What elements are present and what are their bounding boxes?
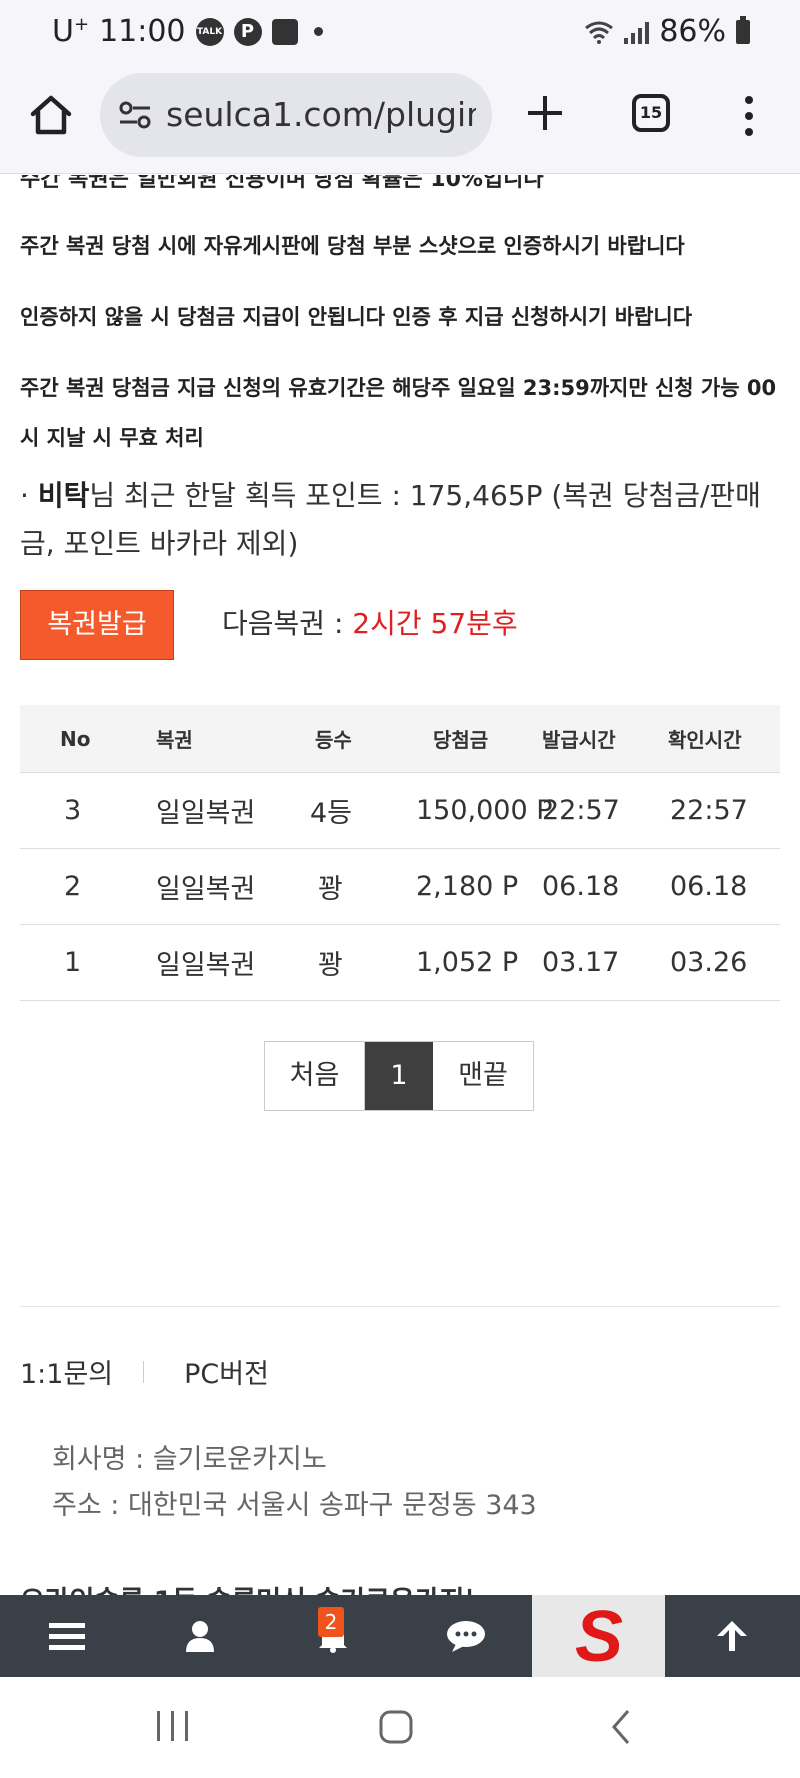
clock: 11:00 bbox=[99, 14, 186, 49]
more-notifications-icon bbox=[313, 27, 323, 36]
menu-icon bbox=[48, 1623, 85, 1650]
battery-percent: 86% bbox=[659, 14, 726, 49]
company-name: 회사명 : 슬기로운카지노 bbox=[52, 1444, 327, 1475]
url-text[interactable]: seulca1.com/plugin/lo bbox=[166, 95, 476, 134]
current-page[interactable]: 1 bbox=[365, 1042, 433, 1110]
kakaotalk-icon: TALK bbox=[195, 17, 224, 46]
monthly-points: · 비탁님 최근 한달 획득 포인트 : 175,465P (복권 당첨금/판매… bbox=[20, 479, 761, 560]
carrier-label: U+ bbox=[52, 14, 90, 49]
svg-text:S: S bbox=[574, 1601, 622, 1671]
last-page-button[interactable]: 맨끝 bbox=[433, 1042, 533, 1110]
next-lottery-time: 2시간 57분후 bbox=[352, 607, 518, 640]
system-navigation bbox=[0, 1677, 800, 1778]
notice-line-1: 주간 복권 당첨 시에 자유게시판에 당첨 부분 스샷으로 인증하시기 바랍니다 bbox=[20, 234, 685, 258]
address-bar[interactable]: seulca1.com/plugin/lo bbox=[100, 73, 492, 157]
notification-badge: 2 bbox=[318, 1607, 344, 1637]
note-icon bbox=[271, 18, 298, 45]
footer-cutoff-text: 오라인슬롯 1등 슬롯머신 슬기로운카지노 bbox=[20, 1579, 489, 1595]
lottery-table: No 복권 등수 당첨금 발급시간 확인시간 3 일일복권 4등 150,000… bbox=[20, 705, 780, 1001]
inquiry-link[interactable]: 1:1문의 bbox=[20, 1352, 113, 1391]
company-address: 주소 : 대한민국 서울시 송파구 문정동 343 bbox=[52, 1490, 537, 1521]
home-icon[interactable] bbox=[28, 92, 74, 138]
table-header: No 복권 등수 당첨금 발급시간 확인시간 bbox=[20, 705, 780, 773]
back-icon[interactable] bbox=[606, 1707, 636, 1747]
profile-button[interactable] bbox=[133, 1595, 266, 1677]
user-icon bbox=[185, 1621, 214, 1652]
table-row: 3 일일복권 4등 150,000 P 22:57 22:57 bbox=[20, 773, 780, 849]
next-lottery: 다음복권 : 2시간 57분후 bbox=[222, 607, 518, 640]
home-nav-icon[interactable] bbox=[378, 1707, 414, 1747]
arrow-up-icon bbox=[716, 1621, 747, 1651]
status-left: U+ 11:00 TALK P bbox=[52, 14, 323, 49]
username: 비탁 bbox=[37, 479, 90, 512]
pc-version-link[interactable]: PC버전 bbox=[184, 1352, 269, 1391]
link-separator bbox=[143, 1360, 145, 1383]
col-check-time: 확인시간 bbox=[668, 728, 742, 752]
col-no: No bbox=[60, 726, 91, 751]
col-lottery: 복권 bbox=[156, 728, 193, 752]
first-page-button[interactable]: 처음 bbox=[265, 1042, 365, 1110]
notice-line-2: 인증하지 않을 시 당첨금 지급이 안됩니다 인증 후 지급 신청하시기 바랍니… bbox=[20, 305, 693, 329]
battery-icon bbox=[736, 15, 750, 44]
col-prize: 당첨금 bbox=[433, 728, 489, 752]
page-content: 주간 복권은 일반회원 전용이며 당첨 확률은 10%입니다 주간 복권 당첨 … bbox=[0, 175, 800, 1595]
chat-button[interactable] bbox=[399, 1595, 532, 1677]
site-logo: S bbox=[574, 1601, 622, 1671]
site-settings-icon[interactable] bbox=[118, 99, 152, 131]
company-info: 회사명 : 슬기로운카지노 주소 : 대한민국 서울시 송파구 문정동 343 bbox=[52, 1437, 537, 1529]
wifi-icon bbox=[585, 21, 614, 44]
col-rank: 등수 bbox=[315, 728, 352, 752]
table-row: 2 일일복권 꽝 2,180 P 06.18 06.18 bbox=[20, 849, 780, 925]
menu-button[interactable] bbox=[0, 1595, 133, 1677]
footer-links: 1:1문의 PC버전 bbox=[20, 1352, 269, 1391]
browser-toolbar: seulca1.com/plugin/lo 15 bbox=[0, 68, 800, 174]
footer-divider bbox=[20, 1306, 780, 1307]
scroll-top-button[interactable] bbox=[665, 1595, 798, 1677]
status-right: 86% bbox=[584, 14, 750, 49]
chat-icon bbox=[446, 1621, 485, 1652]
table-row: 1 일일복권 꽝 1,052 P 03.17 03.26 bbox=[20, 925, 780, 1001]
more-menu-icon[interactable] bbox=[742, 96, 756, 136]
pagination: 처음 1 맨끝 bbox=[264, 1041, 534, 1111]
new-tab-icon[interactable] bbox=[525, 93, 565, 133]
tab-switcher-button[interactable]: 15 bbox=[632, 94, 670, 132]
notifications-button[interactable]: 2 bbox=[266, 1595, 399, 1677]
status-bar: U+ 11:00 TALK P 86% bbox=[0, 0, 800, 68]
notice-cutoff: 주간 복권은 일반회원 전용이며 당첨 확률은 10%입니다 bbox=[20, 175, 544, 192]
issue-lottery-button[interactable]: 복권발급 bbox=[20, 590, 174, 660]
col-issue-time: 발급시간 bbox=[542, 728, 616, 752]
bottom-nav: 2 S bbox=[0, 1595, 800, 1677]
site-logo-button[interactable]: S bbox=[532, 1595, 665, 1677]
notice-line-3: 주간 복권 당첨금 지급 신청의 유효기간은 해당주 일요일 23:59까지만 … bbox=[20, 376, 777, 450]
pinterest-icon: P bbox=[233, 17, 262, 46]
recent-apps-icon[interactable] bbox=[155, 1707, 191, 1747]
signal-icon bbox=[624, 20, 650, 44]
